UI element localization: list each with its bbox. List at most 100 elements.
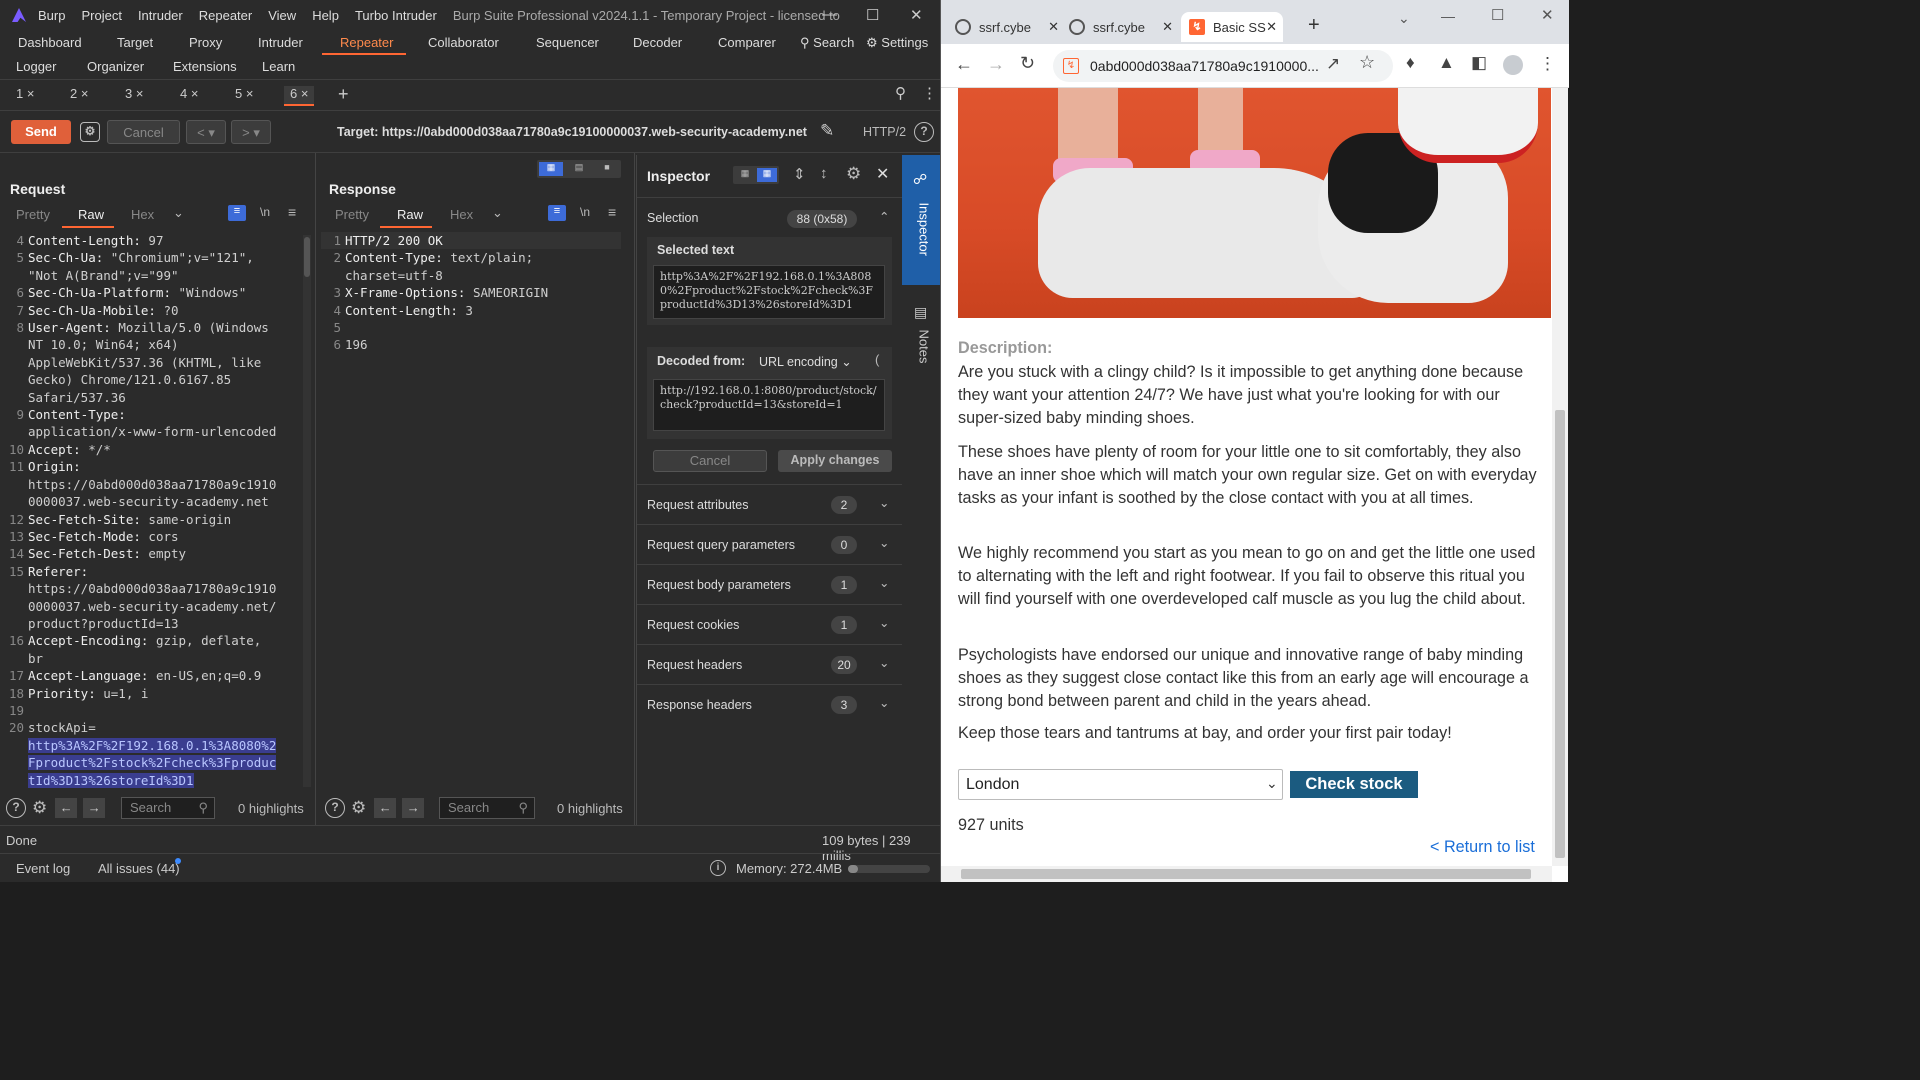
minimize-icon[interactable]: — — [822, 6, 837, 23]
bookmark-star-icon[interactable]: ☆ — [1359, 52, 1375, 73]
tab-learn[interactable]: Learn — [262, 59, 295, 74]
close-icon[interactable]: ✕ — [1266, 19, 1277, 35]
extensions-puzzle-icon[interactable]: ♦ — [1406, 53, 1415, 73]
share-icon[interactable]: ↗ — [1326, 54, 1340, 74]
tab-extensions[interactable]: Extensions — [173, 59, 237, 74]
decoding-select[interactable]: URL encoding ⌄ — [759, 354, 852, 369]
wrap-lines-icon[interactable]: ≡ — [228, 205, 246, 221]
profile-avatar[interactable] — [1503, 55, 1523, 75]
cancel-request-button[interactable]: Cancel — [107, 120, 180, 144]
help-icon[interactable]: ? — [6, 798, 26, 818]
tab-sequencer[interactable]: Sequencer — [536, 35, 599, 50]
event-log-link[interactable]: Event log — [16, 861, 70, 876]
vertical-scrollbar[interactable] — [1552, 88, 1568, 866]
store-select[interactable]: London ⌄ — [958, 769, 1283, 800]
next-match-icon[interactable]: → — [83, 798, 106, 818]
gear-icon[interactable]: ⚙ — [351, 798, 366, 818]
horizontal-scrollbar[interactable] — [941, 866, 1552, 882]
send-settings-gear-icon[interactable]: ⚙ — [80, 122, 100, 142]
side-panel-icon[interactable]: ◧ — [1471, 53, 1487, 73]
site-info-icon[interactable]: ↯ — [1063, 58, 1079, 74]
repeater-tab-4[interactable]: 4 × — [180, 86, 198, 106]
tab-proxy[interactable]: Proxy — [189, 35, 222, 50]
menu-view[interactable]: View — [268, 8, 296, 23]
next-match-icon[interactable]: → — [402, 798, 425, 818]
gear-icon[interactable]: ⚙ — [846, 164, 861, 184]
request-editor[interactable]: 4 Content-Length: 97 5 Sec-Ch-Ua: "Chromium… — [4, 232, 300, 792]
layout-side-by-side-icon[interactable]: ▦ — [539, 162, 563, 176]
request-scroll-thumb[interactable] — [304, 237, 310, 277]
maximize-icon[interactable]: ☐ — [866, 6, 879, 24]
tab-comparer[interactable]: Comparer — [718, 35, 776, 50]
menu-burp[interactable]: Burp — [38, 8, 65, 23]
history-back-button[interactable]: < ▾ — [186, 120, 226, 144]
repeater-tab-6[interactable]: 6 × — [284, 86, 315, 106]
response-tab-pretty[interactable]: Pretty — [335, 207, 369, 222]
previous-match-icon[interactable]: ← — [374, 798, 397, 818]
tab-dashboard[interactable]: Dashboard — [18, 35, 82, 50]
repeater-tab-1[interactable]: 1 × — [16, 86, 34, 106]
response-tab-hex[interactable]: Hex — [450, 207, 473, 222]
wrap-lines-icon[interactable]: ≡ — [548, 205, 566, 221]
horizontal-scroll-thumb[interactable] — [961, 869, 1531, 879]
history-forward-button[interactable]: > ▾ — [231, 120, 271, 144]
decoded-text-value[interactable]: http://192.168.0.1:8080/product/stock/ch… — [653, 379, 885, 431]
forward-arrow-icon[interactable]: → — [987, 54, 1005, 75]
menu-icon[interactable]: ≡ — [608, 204, 616, 220]
protocol-label[interactable]: HTTP/2 — [863, 125, 906, 139]
selected-payload[interactable]: tId%3D13%26storeId%3D1 — [28, 772, 194, 788]
newline-toggle-icon[interactable]: \n — [580, 205, 590, 219]
tab-repeater[interactable]: Repeater — [340, 35, 393, 50]
address-bar[interactable]: ↯ 0abd000d038aa71780a9c1910000... — [1053, 50, 1393, 82]
tab-target[interactable]: Target — [117, 35, 153, 50]
chevron-down-icon[interactable]: ⌄ — [879, 495, 889, 510]
close-icon[interactable]: ✕ — [876, 164, 889, 184]
request-tab-hex[interactable]: Hex — [131, 207, 154, 222]
browser-tab-3[interactable]: ↯ Basic SS ✕ — [1181, 12, 1283, 42]
add-tab-button[interactable]: + — [338, 84, 349, 105]
request-search-input[interactable]: Search ⚲ — [121, 797, 215, 819]
tab-decoder[interactable]: Decoder — [633, 35, 682, 50]
request-scrollbar[interactable] — [303, 235, 311, 787]
inspector-section[interactable]: Request query parameters 0 ⌄ — [637, 524, 902, 564]
menu-project[interactable]: Project — [81, 8, 121, 23]
back-arrow-icon[interactable]: ← — [955, 54, 973, 75]
inspector-section[interactable]: Response headers 3 ⌄ — [637, 684, 902, 724]
layout-stacked-icon[interactable]: ▤ — [567, 162, 591, 176]
chevron-up-icon[interactable]: ⌃ — [879, 209, 889, 224]
chevron-down-icon[interactable]: ⌄ — [173, 205, 184, 221]
info-icon[interactable]: i — [710, 860, 726, 876]
response-tab-raw[interactable]: Raw — [397, 207, 423, 222]
vertical-scroll-thumb[interactable] — [1555, 410, 1565, 858]
menu-turbo-intruder[interactable]: Turbo Intruder — [355, 8, 437, 23]
url-text[interactable]: 0abd000d038aa71780a9c1910000... — [1090, 58, 1319, 74]
layout-tabs-icon[interactable]: ■ — [595, 162, 619, 176]
request-tab-raw[interactable]: Raw — [78, 207, 104, 222]
request-tab-pretty[interactable]: Pretty — [16, 207, 50, 222]
selection-section[interactable]: Selection 88 (0x58) ⌃ — [637, 197, 902, 237]
layout-right-icon[interactable]: ▦ — [757, 168, 777, 182]
repeater-tab-3[interactable]: 3 × — [125, 86, 143, 106]
inspector-section[interactable]: Request body parameters 1 ⌄ — [637, 564, 902, 604]
response-search-input[interactable]: Search ⚲ — [439, 797, 535, 819]
global-settings[interactable]: ⚙ Settings — [866, 35, 928, 51]
tab-search-icon[interactable]: ⚲ — [895, 84, 906, 102]
menu-help[interactable]: Help — [312, 8, 339, 23]
browser-tab-2[interactable]: ssrf.cybe ✕ — [1069, 12, 1179, 42]
global-search[interactable]: ⚲ Search — [800, 35, 854, 51]
minimize-icon[interactable]: — — [1441, 8, 1455, 24]
selected-payload[interactable]: http%3A%2F%2F192.168.0.1%3A8080%2 — [28, 737, 277, 753]
chrome-menu-icon[interactable]: ⋮ — [1539, 54, 1556, 74]
chevron-down-icon[interactable]: ⌄ — [879, 615, 889, 630]
chevron-down-icon[interactable]: ⌄ — [879, 655, 889, 670]
chevron-down-icon[interactable]: ⌄ — [492, 205, 503, 221]
chevron-down-icon[interactable]: ⌄ — [879, 695, 889, 710]
tab-organizer[interactable]: Organizer — [87, 59, 144, 74]
edit-target-pencil-icon[interactable]: ✎ — [820, 121, 834, 141]
collapse-all-icon[interactable]: ↕ — [820, 165, 828, 182]
side-tab-inspector[interactable]: ☍ Inspector — [902, 155, 940, 285]
tab-intruder[interactable]: Intruder — [258, 35, 303, 50]
maximize-icon[interactable]: ☐ — [1491, 6, 1504, 24]
inspector-section[interactable]: Request headers 20 ⌄ — [637, 644, 902, 684]
browser-tab-1[interactable]: ssrf.cybe ✕ — [955, 12, 1065, 42]
